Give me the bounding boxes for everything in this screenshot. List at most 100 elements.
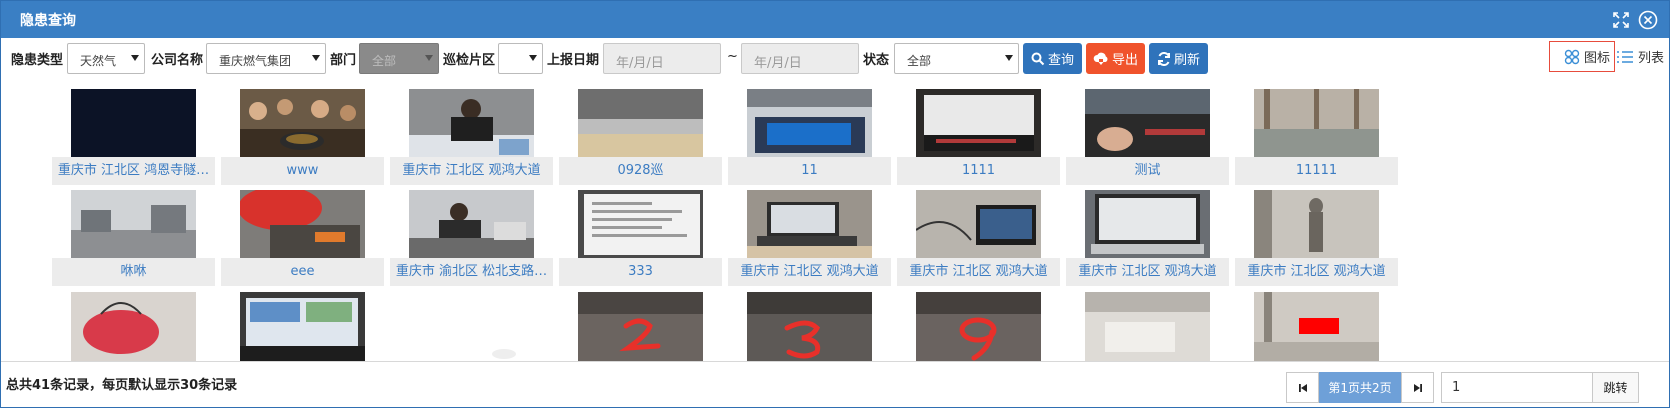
grid-icon xyxy=(1564,49,1580,64)
photo-tile[interactable] xyxy=(897,287,1060,361)
macbook-photo[interactable] xyxy=(1085,190,1210,259)
photo-caption[interactable]: 重庆市 江北区 观鸿大道 xyxy=(1066,258,1229,286)
photo-tile[interactable]: 咻咻 xyxy=(52,185,215,286)
monitor-photo[interactable] xyxy=(916,89,1041,158)
photo-tile[interactable]: 11 xyxy=(728,84,891,185)
photo-caption[interactable]: 重庆市 江北区 鸿恩寺隧… xyxy=(52,157,215,185)
photo-tile[interactable] xyxy=(221,287,384,361)
patrol-area-select[interactable] xyxy=(498,43,543,74)
record-total-text: 总共41条记录，每页默认显示30条记录 xyxy=(6,378,238,393)
photo-tile[interactable]: eee xyxy=(221,185,384,286)
photo-caption[interactable]: www xyxy=(221,157,384,185)
photo-caption[interactable]: 测试 xyxy=(1066,157,1229,185)
photo-tile[interactable]: 1111 xyxy=(897,84,1060,185)
photo-caption[interactable]: 1111 xyxy=(897,157,1060,185)
start-date-input[interactable]: 年/月/日 xyxy=(603,43,721,74)
photo-caption[interactable]: 重庆市 江北区 观鸿大道 xyxy=(728,258,891,286)
handwritten-2-photo[interactable] xyxy=(578,292,703,361)
department-select: 全部 xyxy=(359,43,439,74)
hand-keyboard-photo[interactable] xyxy=(1085,89,1210,158)
photo-tile[interactable]: www xyxy=(221,84,384,185)
blank-photo[interactable] xyxy=(409,292,534,361)
maximize-icon[interactable] xyxy=(1610,9,1632,31)
photo-caption[interactable]: 重庆市 渝北区 松北支路… xyxy=(390,258,553,286)
photo-tile[interactable]: 重庆市 江北区 观鸿大道 xyxy=(1066,185,1229,286)
hazard-type-value: 天然气 xyxy=(80,54,117,68)
refresh-button[interactable]: 刷新 xyxy=(1149,43,1208,74)
patrol-area-label: 巡检片区 xyxy=(443,53,496,68)
photo-caption[interactable]: 0928巡 xyxy=(559,157,722,185)
group-dinner-photo[interactable] xyxy=(240,89,365,158)
photo-caption[interactable]: 11 xyxy=(728,157,891,185)
laptop-keyboard-photo[interactable] xyxy=(747,89,872,158)
handwritten-3-photo[interactable] xyxy=(747,292,872,361)
handwritten-9-photo[interactable] xyxy=(916,292,1041,361)
photo-tile[interactable]: 重庆市 江北区 观鸿大道 xyxy=(897,185,1060,286)
close-icon[interactable] xyxy=(1637,9,1659,31)
red-cap-photo[interactable] xyxy=(240,190,365,259)
photo-tile[interactable]: 测试 xyxy=(1066,84,1229,185)
department-value: 全部 xyxy=(372,54,397,68)
skip-forward-icon xyxy=(1413,383,1422,392)
photo-tile[interactable]: 333 xyxy=(559,185,722,286)
statue-photo[interactable] xyxy=(1254,190,1379,259)
photo-tile[interactable] xyxy=(1235,287,1398,361)
first-page-button[interactable] xyxy=(1286,372,1319,403)
photo-caption[interactable]: 咻咻 xyxy=(52,258,215,286)
photo-tile[interactable]: 重庆市 江北区 鸿恩寺隧… xyxy=(52,84,215,185)
end-date-input[interactable]: 年/月/日 xyxy=(741,43,859,74)
status-label: 状态 xyxy=(863,53,890,68)
photo-caption[interactable]: 重庆市 江北区 观鸿大道 xyxy=(390,157,553,185)
office-person-photo[interactable] xyxy=(409,89,534,158)
photo-tile[interactable] xyxy=(728,287,891,361)
icon-view-toggle[interactable]: 图标 xyxy=(1549,41,1615,72)
photo-caption[interactable]: eee xyxy=(221,258,384,286)
laptop-desk-photo[interactable] xyxy=(747,190,872,259)
list-view-label: 列表 xyxy=(1638,51,1665,66)
chevron-down-icon xyxy=(131,55,139,61)
photo-tile[interactable] xyxy=(1066,287,1229,361)
export-button[interactable]: 导出 xyxy=(1086,43,1145,74)
export-button-label: 导出 xyxy=(1111,53,1138,68)
dark-night-photo[interactable] xyxy=(71,89,196,158)
refresh-button-label: 刷新 xyxy=(1173,53,1200,68)
jump-button[interactable]: 跳转 xyxy=(1593,372,1639,403)
cloud-download-icon xyxy=(1093,52,1108,65)
photo-tile[interactable]: 重庆市 江北区 观鸿大道 xyxy=(390,84,553,185)
blurred-room-photo[interactable] xyxy=(1085,292,1210,361)
list-view-toggle[interactable]: 列表 xyxy=(1616,41,1670,72)
hazard-type-select[interactable]: 天然气 xyxy=(67,43,145,74)
desk-edge-photo[interactable] xyxy=(578,89,703,158)
photo-tile[interactable] xyxy=(52,287,215,361)
office-corridor-photo[interactable] xyxy=(71,190,196,259)
skip-back-icon xyxy=(1298,383,1307,392)
company-select[interactable]: 重庆燃气集团 xyxy=(206,43,326,74)
department-label: 部门 xyxy=(330,53,357,68)
list-icon xyxy=(1617,50,1633,63)
photo-tile[interactable]: 0928巡 xyxy=(559,84,722,185)
last-page-button[interactable] xyxy=(1401,372,1434,403)
photo-caption[interactable]: 重庆市 江北区 观鸿大道 xyxy=(1235,258,1398,286)
photo-caption[interactable]: 重庆市 江北区 观鸿大道 xyxy=(897,258,1060,286)
photo-tile[interactable]: 11111 xyxy=(1235,84,1398,185)
photo-tile[interactable]: 重庆市 江北区 观鸿大道 xyxy=(728,185,891,286)
office-desk-photo[interactable] xyxy=(409,190,534,259)
red-bag-photo[interactable] xyxy=(71,292,196,361)
photo-tile[interactable] xyxy=(390,287,553,361)
company-value: 重庆燃气集团 xyxy=(219,54,292,68)
laptop-cables-photo[interactable] xyxy=(916,190,1041,259)
screen-document-photo[interactable] xyxy=(578,190,703,259)
window-view-photo[interactable] xyxy=(1254,89,1379,158)
status-value: 全部 xyxy=(907,54,932,68)
photo-caption[interactable]: 11111 xyxy=(1235,157,1398,185)
icon-view-label: 图标 xyxy=(1584,51,1611,66)
query-button[interactable]: 查询 xyxy=(1023,43,1082,74)
photo-caption[interactable]: 333 xyxy=(559,258,722,286)
photo-tile[interactable]: 重庆市 江北区 观鸿大道 xyxy=(1235,185,1398,286)
laptop-screen-photo[interactable] xyxy=(240,292,365,361)
status-select[interactable]: 全部 xyxy=(894,43,1019,74)
page-number-input[interactable]: 1 xyxy=(1441,372,1593,403)
photo-tile[interactable] xyxy=(559,287,722,361)
photo-tile[interactable]: 重庆市 渝北区 松北支路… xyxy=(390,185,553,286)
red-sign-photo[interactable] xyxy=(1254,292,1379,361)
